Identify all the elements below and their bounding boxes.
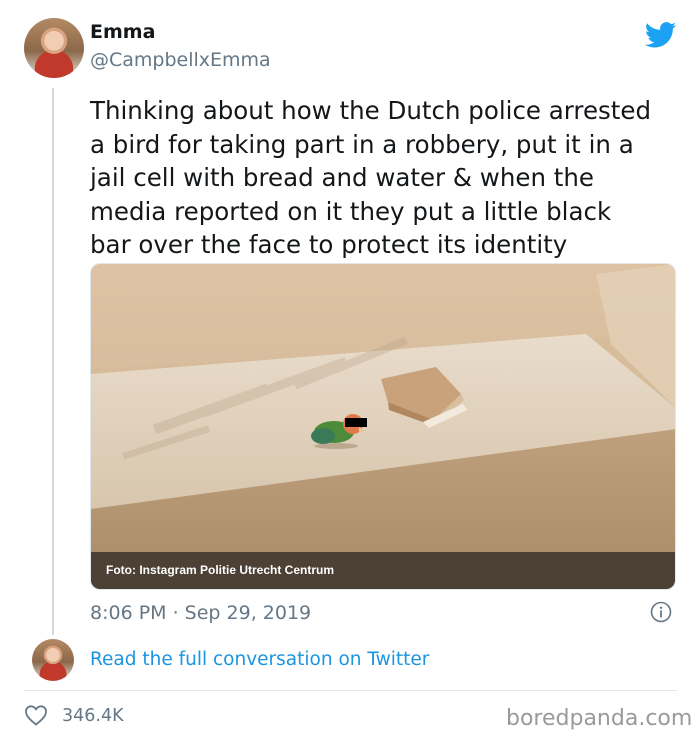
author-name[interactable]: Emma bbox=[90, 21, 155, 43]
conversation-avatar[interactable] bbox=[32, 639, 74, 681]
tweet-timestamp[interactable]: 8:06 PM · Sep 29, 2019 bbox=[90, 602, 311, 624]
author-handle[interactable]: @CampbellxEmma bbox=[90, 49, 271, 71]
tweet-photo[interactable]: Foto: Instagram Politie Utrecht Centrum bbox=[90, 263, 676, 590]
twitter-bird-icon[interactable] bbox=[645, 22, 677, 48]
photo-caption: Foto: Instagram Politie Utrecht Centrum bbox=[106, 563, 335, 577]
read-conversation-link[interactable]: Read the full conversation on Twitter bbox=[90, 649, 429, 670]
author-avatar[interactable] bbox=[24, 18, 84, 78]
divider bbox=[24, 690, 677, 691]
info-icon[interactable] bbox=[650, 601, 672, 623]
boredpanda-watermark: boredpanda.com bbox=[506, 706, 693, 731]
photo-caption-bar: Foto: Instagram Politie Utrecht Centrum bbox=[91, 552, 675, 589]
tweet-text: Thinking about how the Dutch police arre… bbox=[90, 96, 652, 259]
photo-jail-cell-bird bbox=[91, 264, 675, 589]
heart-icon[interactable] bbox=[24, 704, 48, 726]
thread-connector-line bbox=[52, 88, 54, 635]
like-count: 346.4K bbox=[62, 706, 124, 726]
